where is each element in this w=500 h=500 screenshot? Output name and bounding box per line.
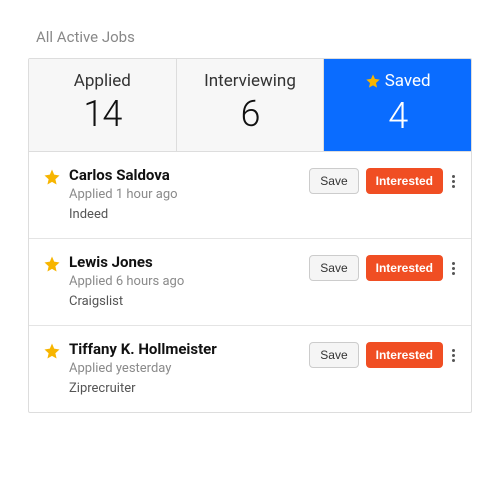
star-icon[interactable] (43, 168, 61, 186)
tab-applied-count: 14 (37, 93, 168, 135)
applicant-meta: Applied yesterday (69, 361, 301, 376)
save-button[interactable]: Save (309, 342, 358, 368)
row-actions: Save Interested (309, 168, 457, 194)
row-actions: Save Interested (309, 342, 457, 368)
tab-applied[interactable]: Applied 14 (29, 59, 177, 151)
applicant-list: Carlos Saldova Applied 1 hour ago Indeed… (29, 152, 471, 412)
applicant-source: Craigslist (69, 294, 301, 309)
row-actions: Save Interested (309, 255, 457, 281)
more-menu-icon[interactable] (450, 347, 457, 364)
list-item: Carlos Saldova Applied 1 hour ago Indeed… (29, 152, 471, 239)
applicant-info: Tiffany K. Hollmeister Applied yesterday… (69, 340, 301, 396)
star-icon[interactable] (43, 255, 61, 273)
page-title: All Active Jobs (36, 28, 472, 46)
applicant-name: Lewis Jones (69, 253, 301, 271)
applicant-source: Indeed (69, 207, 301, 222)
applicant-info: Lewis Jones Applied 6 hours ago Craigsli… (69, 253, 301, 309)
applicant-meta: Applied 6 hours ago (69, 274, 301, 289)
applicant-info: Carlos Saldova Applied 1 hour ago Indeed (69, 166, 301, 222)
more-menu-icon[interactable] (450, 173, 457, 190)
list-item: Lewis Jones Applied 6 hours ago Craigsli… (29, 239, 471, 326)
applicant-name: Tiffany K. Hollmeister (69, 340, 301, 358)
tab-applied-label: Applied (74, 71, 131, 91)
list-item: Tiffany K. Hollmeister Applied yesterday… (29, 326, 471, 412)
interested-button[interactable]: Interested (366, 255, 443, 281)
applicant-name: Carlos Saldova (69, 166, 301, 184)
save-button[interactable]: Save (309, 255, 358, 281)
tab-interviewing-label: Interviewing (204, 71, 296, 91)
tab-saved[interactable]: Saved 4 (324, 59, 471, 151)
status-tabs: Applied 14 Interviewing 6 Saved 4 (29, 59, 471, 152)
jobs-panel: Applied 14 Interviewing 6 Saved 4 Carlos… (28, 58, 472, 413)
tab-interviewing-count: 6 (185, 93, 316, 135)
applicant-meta: Applied 1 hour ago (69, 187, 301, 202)
interested-button[interactable]: Interested (366, 168, 443, 194)
star-icon[interactable] (43, 342, 61, 360)
tab-saved-count: 4 (332, 95, 463, 137)
star-icon (365, 73, 381, 89)
more-menu-icon[interactable] (450, 260, 457, 277)
save-button[interactable]: Save (309, 168, 358, 194)
tab-saved-label: Saved (385, 71, 431, 91)
tab-interviewing[interactable]: Interviewing 6 (177, 59, 325, 151)
applicant-source: Ziprecruiter (69, 381, 301, 396)
interested-button[interactable]: Interested (366, 342, 443, 368)
